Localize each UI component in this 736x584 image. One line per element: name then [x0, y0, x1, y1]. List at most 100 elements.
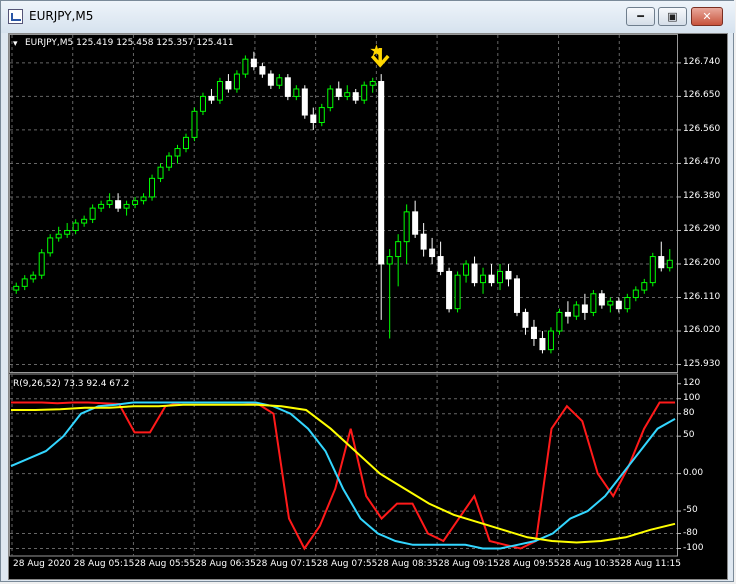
candle-body [21, 278, 28, 287]
candle-body [310, 114, 317, 123]
candle-body [378, 81, 385, 265]
candle-body [47, 237, 54, 254]
candle-body [522, 311, 529, 328]
candle-body [72, 222, 79, 231]
candle-body [581, 304, 588, 313]
indicator-axis-label: -50 [683, 505, 698, 516]
time-axis-label: 28 Aug 05:15 [73, 559, 135, 569]
close-button[interactable]: ✕ [691, 7, 723, 26]
candle-body [564, 311, 571, 317]
candle-body [658, 256, 665, 269]
candle-body [666, 259, 673, 269]
candle-body [157, 166, 164, 179]
candle-body [556, 311, 563, 332]
candle-body [140, 196, 147, 202]
time-axis-label: 28 Aug 07:55 [316, 559, 378, 569]
price-axis-label: 126.200 [683, 258, 721, 268]
time-axis-label: 28 Aug 08:35 [377, 559, 439, 569]
candle-body [641, 282, 648, 291]
indicator-axis-label: 80 [683, 407, 695, 418]
candle-body [225, 81, 232, 90]
candle-body [216, 81, 223, 101]
indicator-axis-label: 0.00 [683, 467, 704, 478]
candle-body [182, 136, 189, 150]
candle-body [98, 203, 105, 209]
price-axis-label: 126.470 [683, 157, 721, 168]
candle-body [293, 88, 300, 97]
candle-body [505, 270, 512, 280]
title-bar[interactable]: EURJPY,M5 ━ ▣ ✕ [1, 1, 735, 33]
chart-area[interactable]: ★ ▾ EURJPY,M5 125.419 125.458 125.357 12… [8, 33, 728, 580]
candle-body [344, 92, 351, 97]
candle-body [233, 73, 240, 90]
candle-body [318, 107, 325, 123]
price-axis-label: 126.290 [683, 224, 721, 235]
candle-body [386, 256, 393, 265]
candle-body [284, 77, 291, 97]
price-axis-label: 126.560 [683, 123, 721, 134]
indicator-line-cyan [10, 401, 676, 550]
candle-body [624, 297, 631, 310]
candle-body [166, 155, 173, 168]
candle-body [632, 289, 639, 299]
time-axis-label: 28 Aug 07:15 [255, 559, 317, 569]
candle-body [149, 177, 156, 198]
candle-body [242, 58, 249, 75]
price-axis-label: 125.930 [683, 358, 721, 369]
minimize-button[interactable]: ━ [626, 7, 655, 26]
chart-window-icon [8, 9, 23, 24]
candle-body [38, 252, 45, 276]
candle-body [30, 274, 37, 280]
indicator-axis-label: -80 [683, 527, 698, 538]
price-header-icon: ▾ [13, 39, 18, 49]
candle-body [598, 293, 605, 306]
indicator-line-red [11, 401, 675, 551]
candle-body [13, 285, 20, 291]
candle-body [250, 58, 257, 68]
candle-body [81, 218, 88, 224]
indicator-axis-label: -100 [683, 542, 704, 553]
window-title: EURJPY,M5 [29, 9, 94, 23]
time-axis-label: 28 Aug 11:15 [620, 559, 681, 569]
candle-body [55, 233, 62, 239]
candle-body [361, 84, 368, 101]
candle-body [412, 211, 419, 235]
candle-body [123, 203, 130, 209]
candle-body [437, 256, 444, 272]
candle-body [199, 95, 206, 112]
candle-body [267, 73, 274, 86]
candle-body [395, 241, 402, 258]
candle-body [530, 326, 537, 339]
time-axis-label: 28 Aug 09:15 [438, 559, 499, 569]
maximize-button[interactable]: ▣ [658, 7, 687, 26]
candle-body [547, 330, 554, 351]
candle-body [259, 66, 266, 75]
candle-body [327, 88, 334, 109]
candle-body [607, 300, 614, 306]
indicator-panel-frame [9, 373, 678, 557]
candle-body [573, 304, 580, 317]
candle-body [497, 270, 504, 284]
price-axis-label: 126.110 [683, 291, 721, 302]
candle-body [471, 263, 478, 284]
candle-body [64, 229, 71, 235]
candle-body [106, 200, 113, 205]
time-axis-label: 28 Aug 09:55 [498, 559, 560, 569]
candle-body [649, 256, 656, 284]
candle-body [454, 274, 461, 310]
time-axis-label: 28 Aug 10:35 [559, 559, 621, 569]
time-axis-label: 28 Aug 05:55 [134, 559, 196, 569]
candle-body [615, 300, 622, 310]
candle-body [590, 293, 597, 313]
candle-body [352, 92, 359, 101]
price-axis-label: 126.020 [683, 325, 721, 336]
candle-body [463, 263, 470, 276]
indicator-axis-label: 120 [683, 377, 701, 388]
indicator-axis-label: 100 [683, 392, 701, 403]
candle-body [480, 274, 487, 284]
candle-body [89, 207, 96, 220]
candle-body [115, 200, 122, 209]
time-axis-label: 28 Aug 06:35 [195, 559, 256, 569]
candle-body [191, 110, 198, 138]
price-panel-header: EURJPY,M5 125.419 125.458 125.357 125.41… [25, 38, 234, 48]
